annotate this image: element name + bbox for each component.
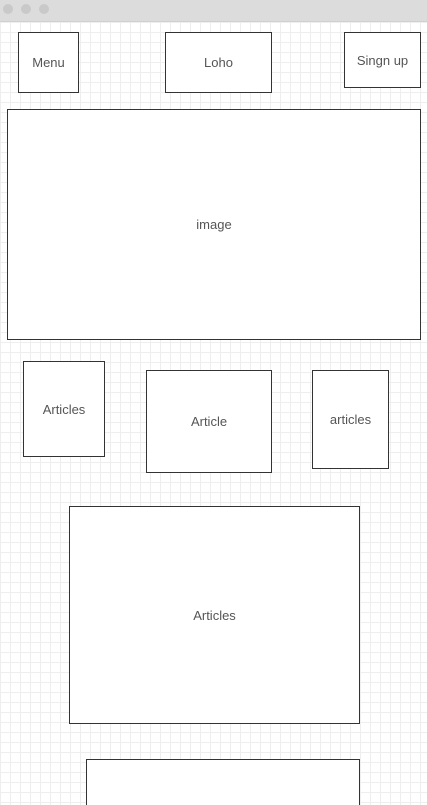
signup-label: Singn up	[356, 52, 409, 68]
article-card-center[interactable]: Article	[146, 370, 272, 473]
window-close-dot[interactable]	[3, 4, 13, 14]
menu-label: Menu	[32, 55, 65, 70]
signup-button[interactable]: Singn up	[344, 32, 421, 88]
menu-button[interactable]: Menu	[18, 32, 79, 93]
article-card-left[interactable]: Articles	[23, 361, 105, 457]
featured-articles-block[interactable]: Articles	[69, 506, 360, 724]
window-maximize-dot[interactable]	[39, 4, 49, 14]
wireframe-window: Menu Loho Singn up image Articles Articl…	[0, 0, 427, 805]
logo-box[interactable]: Loho	[165, 32, 272, 93]
footer-content-block	[86, 759, 360, 805]
article-card-right[interactable]: articles	[312, 370, 389, 469]
article-card-left-label: Articles	[42, 401, 86, 417]
featured-articles-label: Articles	[193, 607, 236, 623]
window-minimize-dot[interactable]	[21, 4, 31, 14]
article-card-right-label: articles	[329, 412, 372, 427]
article-card-center-label: Article	[190, 414, 228, 429]
hero-image-label: image	[196, 217, 232, 232]
hero-image-placeholder: image	[7, 109, 421, 340]
window-titlebar	[0, 0, 427, 22]
logo-label: Loho	[204, 55, 233, 70]
